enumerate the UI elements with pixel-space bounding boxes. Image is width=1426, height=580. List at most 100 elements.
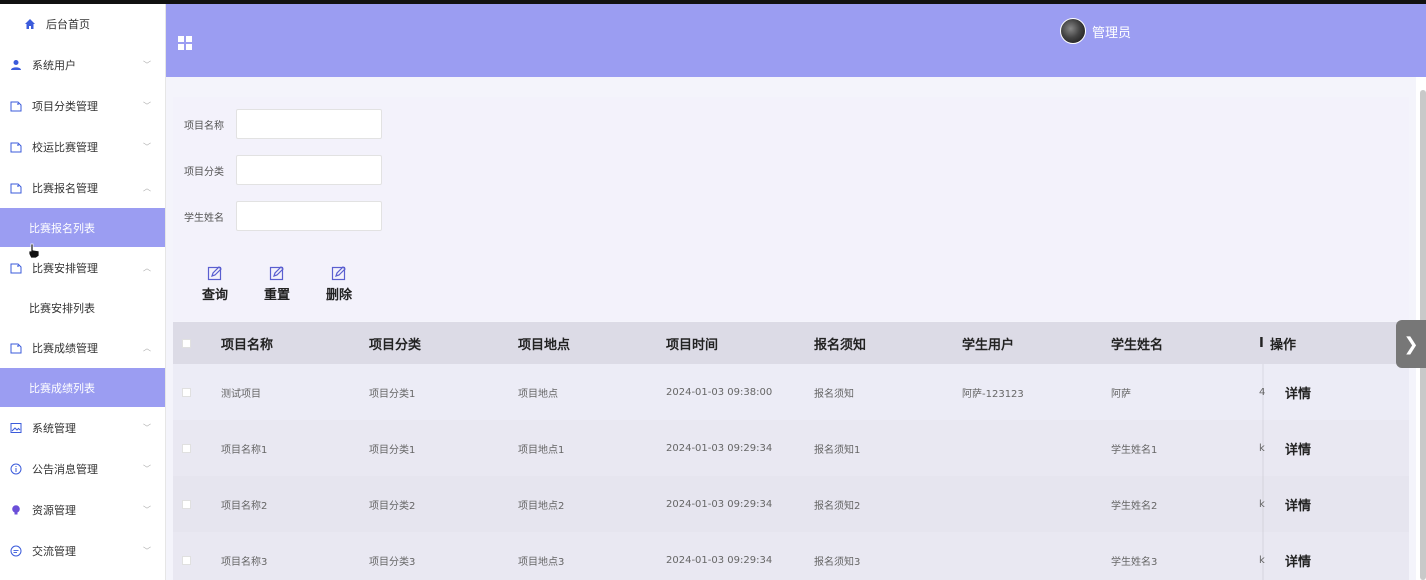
sidebar-item-label: 资源管理 <box>32 503 76 517</box>
tag-icon <box>9 341 23 355</box>
project-name-input[interactable] <box>236 109 382 139</box>
username: 管理员 <box>1092 25 1132 41</box>
sidebar-item-system-users[interactable]: 系统用户 ﹀ <box>0 44 165 85</box>
sidebar-item-schedule[interactable]: 比赛安排管理 ︿ <box>0 247 165 288</box>
column-header[interactable]: 学生姓名 <box>1111 334 1163 353</box>
cell-project-time: 2024-01-03 09:29:34 <box>666 498 773 510</box>
chevron-down-icon: ﹀ <box>143 101 151 110</box>
sidebar-item-home[interactable]: 后台首页 <box>0 4 165 44</box>
student-name-input[interactable] <box>236 201 382 231</box>
sidebar-item-label: 后台首页 <box>46 18 90 31</box>
column-header[interactable]: I <box>1259 336 1264 351</box>
table-header: 项目名称 项目分类 项目地点 项目时间 报名须知 学生用户 学生姓名 I 操作 <box>173 322 1409 364</box>
column-header[interactable]: 报名须知 <box>814 334 866 353</box>
menu-toggle-icon[interactable] <box>178 36 192 50</box>
main-content: 项目名称 项目分类 学生姓名 查询 重置 删除 项目名称 项目分类 项目地点 项… <box>166 77 1416 580</box>
search-field-project-category: 项目分类 <box>184 155 382 185</box>
cell-project-category: 项目分类2 <box>369 500 416 512</box>
header: 管理员 <box>166 4 1426 77</box>
sidebar-subitem-schedule-list[interactable]: 比赛安排列表 <box>0 288 165 327</box>
delete-button[interactable]: 删除 <box>319 265 359 303</box>
detail-button[interactable]: 详情 <box>1285 551 1311 570</box>
row-checkbox[interactable] <box>182 555 191 565</box>
cell-project-category: 项目分类3 <box>369 556 416 568</box>
data-table: 项目名称 项目分类 项目地点 项目时间 报名须知 学生用户 学生姓名 I 操作 … <box>173 322 1409 580</box>
cell-project-name: 项目名称1 <box>221 444 268 456</box>
select-all-checkbox[interactable] <box>182 338 191 348</box>
table-row[interactable]: 项目名称1 项目分类1 项目地点1 2024-01-03 09:29:34 报名… <box>173 420 1409 476</box>
cell-student-user: 阿萨-123123 <box>962 388 1024 400</box>
avatar <box>1060 18 1086 44</box>
table-row[interactable]: 测试项目 项目分类1 项目地点 2024-01-03 09:38:00 报名须知… <box>173 364 1409 420</box>
project-category-input[interactable] <box>236 155 382 185</box>
scroll-right-button[interactable]: ❯ <box>1396 320 1426 368</box>
detail-button[interactable]: 详情 <box>1285 383 1311 402</box>
column-header[interactable]: 项目分类 <box>369 334 421 353</box>
cell-project-name: 项目名称3 <box>221 556 268 568</box>
chevron-up-icon: ︿ <box>143 183 151 192</box>
chevron-down-icon: ﹀ <box>143 423 151 432</box>
row-checkbox[interactable] <box>182 387 191 397</box>
button-label: 删除 <box>325 288 352 303</box>
sidebar-item-label: 项目分类管理 <box>32 99 98 113</box>
cell-student-name: 学生姓名3 <box>1111 556 1158 568</box>
row-checkbox[interactable] <box>182 499 191 509</box>
sidebar-item-resources[interactable]: 资源管理 ﹀ <box>0 489 165 530</box>
button-label: 查询 <box>201 288 228 303</box>
cell-registration-notice: 报名须知3 <box>814 556 861 568</box>
sidebar-subitem-registration-list[interactable]: 比赛报名列表 <box>0 208 165 247</box>
cell-project-time: 2024-01-03 09:29:34 <box>666 442 773 454</box>
sidebar-item-system-management[interactable]: 系统管理 ﹀ <box>0 407 165 448</box>
sidebar-item-label: 比赛成绩管理 <box>32 341 98 355</box>
column-header[interactable]: 学生用户 <box>962 334 1014 353</box>
sidebar-item-results[interactable]: 比赛成绩管理 ︿ <box>0 327 165 368</box>
tag-icon <box>9 99 23 113</box>
detail-button[interactable]: 详情 <box>1285 439 1311 458</box>
sidebar-item-competition[interactable]: 校运比赛管理 ﹀ <box>0 126 165 167</box>
sidebar-item-announcements[interactable]: 公告消息管理 ﹀ <box>0 448 165 489</box>
cell-project-location: 项目地点 <box>518 388 558 400</box>
column-header[interactable]: 项目时间 <box>666 334 718 353</box>
cell-project-name: 项目名称2 <box>221 500 268 512</box>
sidebar-subitem-label: 比赛报名列表 <box>29 221 95 235</box>
user-icon <box>9 58 23 72</box>
sidebar-item-project-category[interactable]: 项目分类管理 ﹀ <box>0 85 165 126</box>
sidebar-item-label: 系统用户 <box>32 58 76 72</box>
column-header[interactable]: 项目地点 <box>518 334 570 353</box>
detail-button[interactable]: 详情 <box>1285 495 1311 514</box>
search-panel: 项目名称 项目分类 学生姓名 查询 重置 删除 <box>173 97 1409 321</box>
cell-registration-notice: 报名须知2 <box>814 500 861 512</box>
cell-registration-notice: 报名须知 <box>814 388 854 400</box>
user-menu[interactable]: 管理员 <box>1060 18 1131 44</box>
edit-icon <box>207 265 223 281</box>
reset-button[interactable]: 重置 <box>257 265 297 303</box>
query-button[interactable]: 查询 <box>195 265 235 303</box>
table-row[interactable]: 项目名称3 项目分类3 项目地点3 2024-01-03 09:29:34 报名… <box>173 532 1409 580</box>
actions-column-edge <box>1262 420 1264 476</box>
info-icon <box>9 462 23 476</box>
cell-student-name: 阿萨 <box>1111 388 1131 400</box>
edit-icon <box>269 265 285 281</box>
row-checkbox[interactable] <box>182 443 191 453</box>
table-row[interactable]: 项目名称2 项目分类2 项目地点2 2024-01-03 09:29:34 报名… <box>173 476 1409 532</box>
cell-project-location: 项目地点1 <box>518 444 565 456</box>
column-header[interactable]: 项目名称 <box>221 334 273 353</box>
chevron-up-icon: ︿ <box>143 343 151 352</box>
sidebar-item-communication[interactable]: 交流管理 ﹀ <box>0 530 165 571</box>
cell-student-name: 学生姓名2 <box>1111 500 1158 512</box>
actions-column-edge <box>1262 532 1264 580</box>
sidebar-item-registration[interactable]: 比赛报名管理 ︿ <box>0 167 165 208</box>
column-header-actions: 操作 <box>1270 337 1297 353</box>
sidebar-subitem-label: 比赛成绩列表 <box>29 381 95 395</box>
field-label: 学生姓名 <box>184 212 224 224</box>
sidebar-subitem-results-list[interactable]: 比赛成绩列表 <box>0 368 165 407</box>
sidebar-item-label: 交流管理 <box>32 544 76 558</box>
cell-project-location: 项目地点3 <box>518 556 565 568</box>
cell-project-location: 项目地点2 <box>518 500 565 512</box>
hand-cursor-icon <box>28 243 40 259</box>
sidebar-item-label: 校运比赛管理 <box>32 140 98 154</box>
search-field-project-name: 项目名称 <box>184 109 382 139</box>
home-icon <box>23 17 37 31</box>
chevron-down-icon: ﹀ <box>143 142 151 151</box>
chat-icon <box>9 544 23 558</box>
